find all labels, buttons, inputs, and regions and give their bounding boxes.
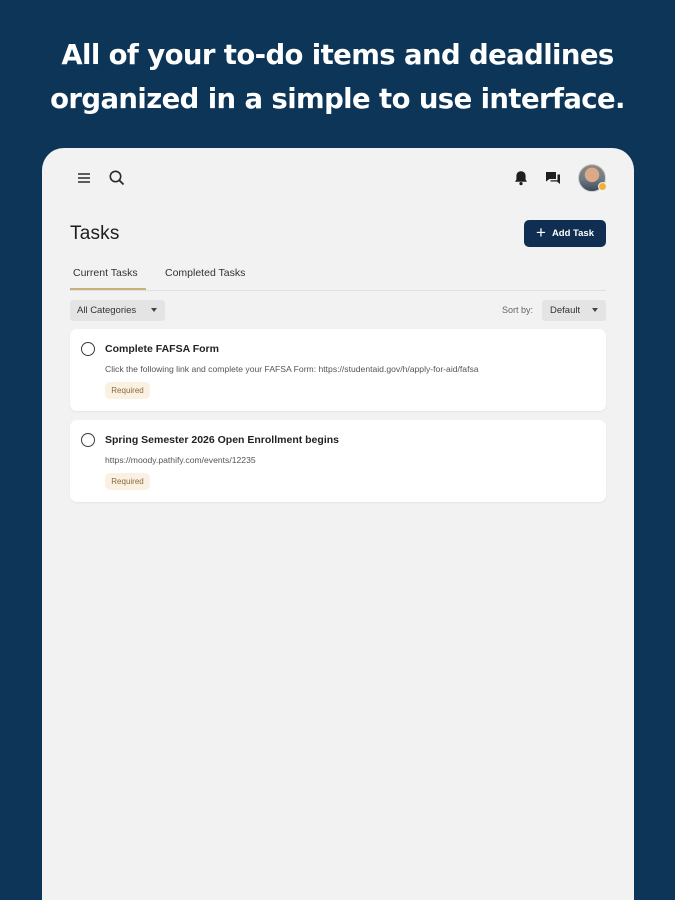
tab-current-tasks[interactable]: Current Tasks [73, 267, 138, 279]
add-task-label: Add Task [551, 228, 594, 239]
promo-line-2: organized in a simple to use interface. [50, 83, 625, 115]
category-dropdown[interactable]: All Categories [70, 300, 165, 321]
status-badge [598, 182, 607, 191]
required-badge: Required [105, 473, 150, 490]
task-checkbox[interactable] [81, 342, 95, 356]
menu-icon[interactable] [76, 170, 92, 186]
app-screen: Tasks + Add Task Current Tasks Completed… [42, 148, 634, 900]
search-icon[interactable] [108, 169, 126, 187]
active-tab-indicator [70, 288, 146, 290]
chat-icon[interactable] [544, 169, 562, 187]
required-badge: Required [105, 382, 150, 399]
top-bar [42, 148, 634, 210]
sort-label: Sort by: [502, 305, 534, 315]
tab-completed-tasks[interactable]: Completed Tasks [165, 267, 245, 279]
task-title: Spring Semester 2026 Open Enrollment beg… [105, 434, 339, 446]
bell-icon[interactable] [512, 169, 530, 187]
task-title: Complete FAFSA Form [105, 343, 219, 355]
promo-headline: All of your to-do items and deadlines or… [0, 33, 675, 121]
promo-line-1: All of your to-do items and deadlines [61, 39, 614, 71]
task-card[interactable]: Complete FAFSA Form Click the following … [70, 329, 606, 411]
chevron-down-icon [151, 308, 157, 312]
plus-icon: + [536, 223, 546, 242]
sort-dropdown[interactable]: Default [542, 300, 606, 321]
task-checkbox[interactable] [81, 433, 95, 447]
tab-bar: Current Tasks Completed Tasks [70, 261, 606, 291]
task-description: https://moody.pathify.com/events/12235 [105, 455, 256, 465]
chevron-down-icon [592, 308, 598, 312]
page-title: Tasks [70, 223, 120, 244]
task-card[interactable]: Spring Semester 2026 Open Enrollment beg… [70, 420, 606, 502]
sort-value: Default [550, 305, 581, 316]
category-value: All Categories [77, 305, 137, 316]
task-description: Click the following link and complete yo… [105, 364, 479, 374]
add-task-button[interactable]: + Add Task [524, 220, 606, 247]
